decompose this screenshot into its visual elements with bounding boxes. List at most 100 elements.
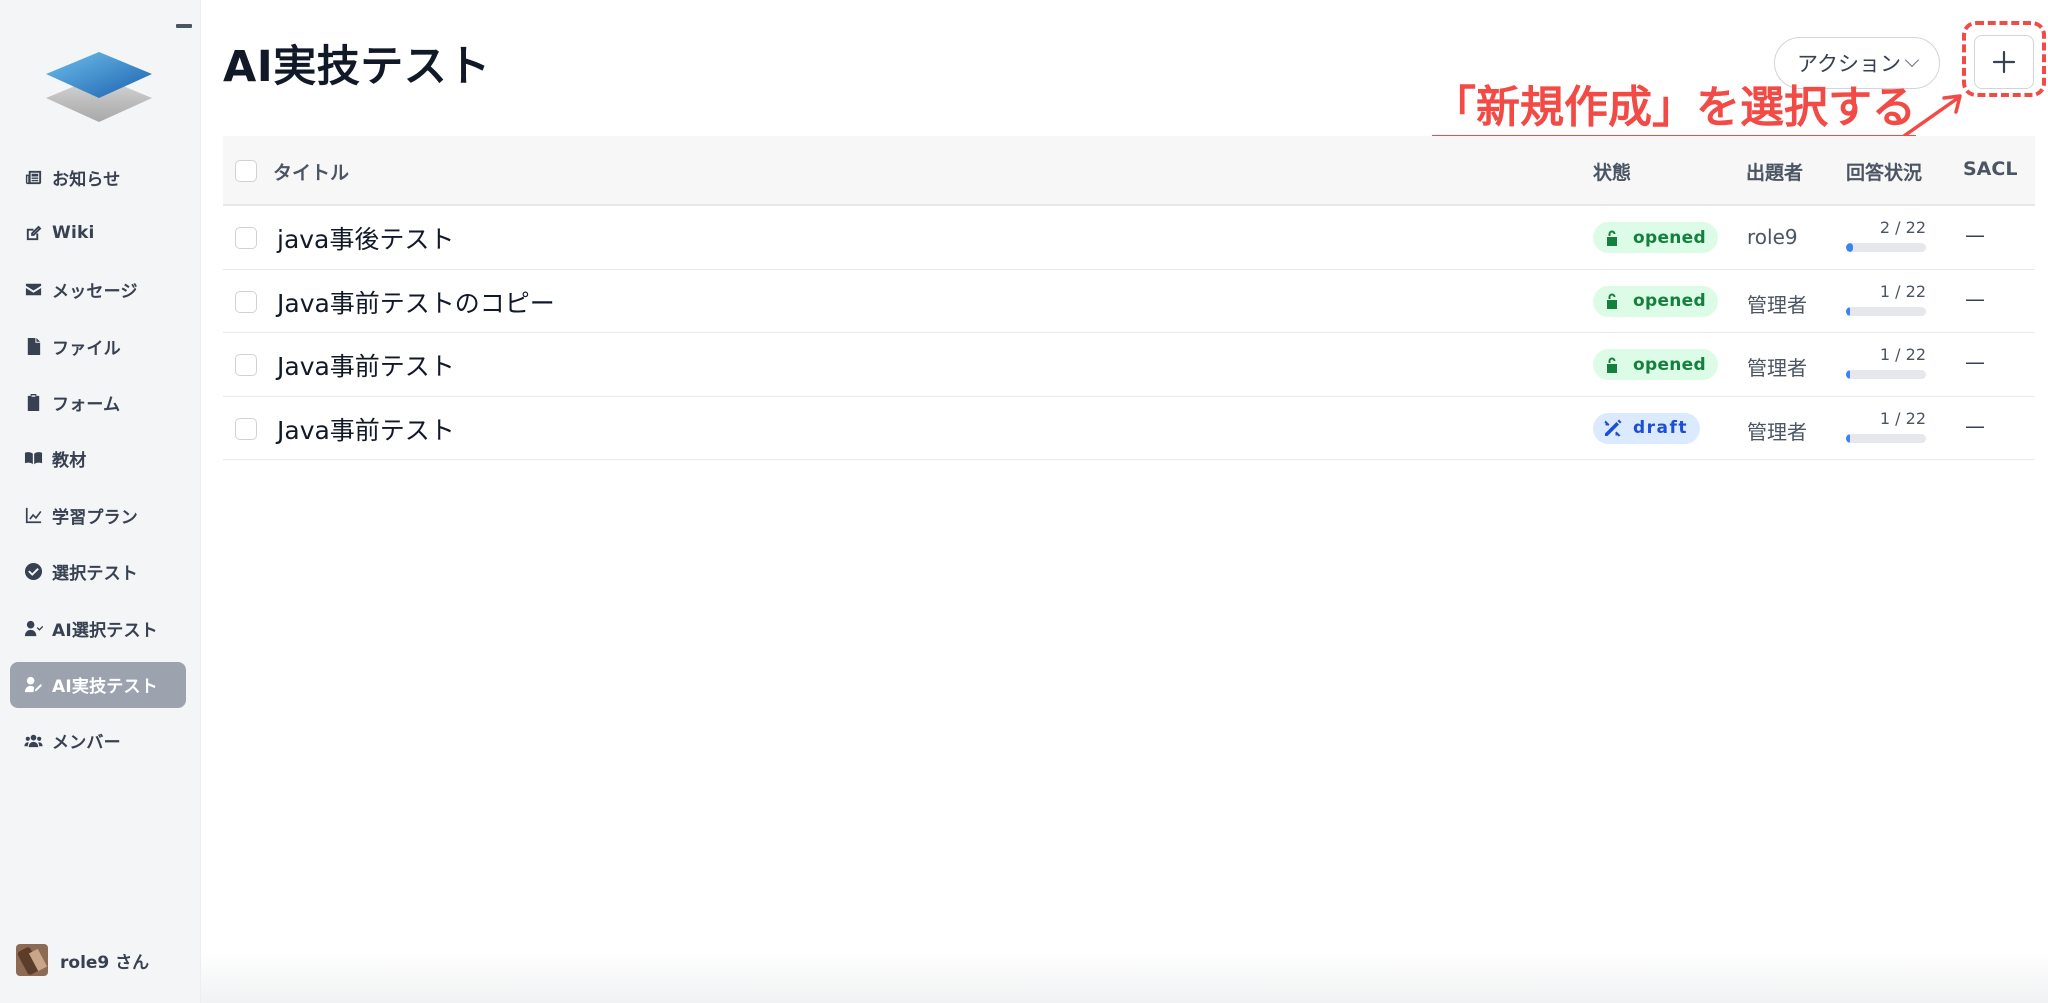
table-row[interactable]: java事後テスト opened role9 2 / 22 —	[223, 206, 2035, 270]
sidebar-item-files[interactable]: ファイル	[10, 323, 186, 369]
status-label: opened	[1633, 354, 1706, 375]
author: 管理者	[1747, 356, 1807, 380]
sidebar-item-label: お知らせ	[52, 169, 121, 190]
column-header-title[interactable]: タイトル	[273, 158, 349, 185]
status-badge: opened	[1593, 349, 1718, 380]
status-badge: opened	[1593, 285, 1718, 317]
bottom-fade	[201, 950, 2048, 1003]
status-label: opened	[1633, 291, 1706, 311]
sidebar-item-news[interactable]: お知らせ	[10, 154, 186, 200]
sidebar-item-label: メンバー	[52, 733, 121, 754]
avatar	[16, 944, 48, 976]
sidebar-item-ai-practical-test[interactable]: AI実技テスト	[10, 661, 186, 708]
check-circle-icon	[22, 561, 44, 583]
unlock-icon	[1607, 357, 1617, 373]
app-logo	[46, 52, 152, 122]
progress-fill	[1846, 370, 1850, 379]
answer-progress: 1 / 22	[1846, 345, 1926, 379]
table-row[interactable]: Java事前テストのコピー opened 管理者 1 / 22 —	[223, 270, 2035, 333]
sidebar-nav: お知らせ Wiki メッセージ ファイル フォーム 教材 学習プラン 選択テスト…	[10, 154, 186, 774]
progress-bar	[1846, 306, 1926, 316]
table-row[interactable]: Java事前テスト opened 管理者 1 / 22 —	[223, 333, 2035, 397]
chart-line-icon	[22, 504, 44, 526]
answer-progress: 2 / 22	[1846, 218, 1926, 252]
file-icon	[22, 335, 44, 357]
progress-bar	[1846, 433, 1926, 443]
progress-fill	[1846, 306, 1850, 316]
user-name: role9 さん	[60, 952, 150, 973]
answer-progress: 1 / 22	[1846, 282, 1926, 316]
book-icon	[22, 448, 44, 470]
sidebar-item-label: Wiki	[52, 223, 95, 244]
progress-bar	[1846, 243, 1926, 252]
tests-table: タイトル 状態 出題者 回答状況 SACL java事後テスト opened r…	[223, 136, 2035, 460]
progress-fill	[1846, 243, 1854, 252]
user-edit-icon	[22, 674, 44, 696]
actions-label: アクション	[1797, 52, 1901, 76]
collapse-sidebar-button[interactable]	[176, 24, 192, 28]
users-icon	[22, 730, 44, 752]
test-title[interactable]: Java事前テストのコピー	[277, 284, 555, 320]
clipboard-icon	[22, 392, 44, 414]
author: 管理者	[1747, 292, 1807, 317]
newspaper-icon	[22, 166, 44, 188]
sidebar-item-materials[interactable]: 教材	[10, 436, 186, 482]
row-checkbox[interactable]	[235, 290, 257, 313]
sidebar-item-wiki[interactable]: Wiki	[10, 210, 186, 256]
sidebar-item-choice-test[interactable]: 選択テスト	[10, 549, 186, 595]
user-profile[interactable]: role9 さん	[16, 944, 149, 976]
sidebar: お知らせ Wiki メッセージ ファイル フォーム 教材 学習プラン 選択テスト…	[0, 0, 201, 1003]
sacl-value: —	[1965, 286, 1985, 311]
row-checkbox[interactable]	[235, 354, 257, 376]
test-title[interactable]: Java事前テスト	[277, 411, 455, 447]
sacl-value: —	[1965, 350, 1985, 374]
progress-bar	[1846, 370, 1926, 379]
annotation-text: 「新規作成」を選択する	[1432, 82, 1916, 139]
sidebar-item-messages[interactable]: メッセージ	[10, 267, 186, 313]
column-header-progress[interactable]: 回答状況	[1846, 158, 1922, 185]
progress-text: 1 / 22	[1879, 408, 1926, 428]
column-header-author[interactable]: 出題者	[1746, 158, 1803, 185]
column-header-status[interactable]: 状態	[1593, 158, 1631, 185]
select-all-checkbox[interactable]	[235, 160, 257, 182]
sidebar-item-label: AI実技テスト	[52, 677, 158, 698]
sidebar-item-learning-plan[interactable]: 学習プラン	[10, 492, 186, 538]
progress-fill	[1846, 433, 1850, 443]
sidebar-item-label: フォーム	[52, 395, 121, 416]
table-row[interactable]: Java事前テスト draft 管理者 1 / 22 —	[223, 397, 2035, 460]
progress-text: 1 / 22	[1879, 281, 1926, 301]
sidebar-item-label: メッセージ	[52, 282, 138, 303]
column-header-sacl[interactable]: SACL	[1963, 158, 2017, 180]
author: 管理者	[1747, 419, 1807, 444]
row-checkbox[interactable]	[235, 417, 257, 440]
sidebar-item-label: AI選択テスト	[52, 620, 158, 641]
sidebar-item-forms[interactable]: フォーム	[10, 380, 186, 426]
answer-progress: 1 / 22	[1846, 409, 1926, 443]
sidebar-item-label: 教材	[52, 451, 87, 472]
test-title[interactable]: java事後テスト	[277, 220, 454, 256]
sidebar-item-ai-choice-test[interactable]: AI選択テスト	[10, 605, 186, 651]
unlock-icon	[1607, 293, 1617, 309]
sidebar-item-members[interactable]: メンバー	[10, 718, 186, 764]
test-title[interactable]: Java事前テスト	[277, 347, 455, 383]
author: role9	[1747, 225, 1798, 249]
chevron-down-icon	[1904, 52, 1920, 68]
unlock-icon	[1607, 230, 1617, 246]
status-label: opened	[1633, 227, 1706, 248]
page-title: AI実技テスト	[223, 42, 491, 92]
row-checkbox[interactable]	[235, 227, 257, 249]
status-label: draft	[1633, 418, 1689, 438]
sidebar-item-label: 学習プラン	[52, 507, 138, 528]
new-button[interactable]	[1974, 35, 2034, 89]
annotation-arrow	[1902, 94, 1962, 138]
pencil-ruler-icon	[1604, 419, 1622, 437]
sidebar-item-label: ファイル	[52, 338, 121, 359]
edit-icon	[22, 222, 44, 244]
progress-text: 2 / 22	[1879, 218, 1926, 237]
progress-text: 1 / 22	[1879, 345, 1926, 364]
user-check-icon	[22, 617, 44, 639]
status-badge: draft	[1593, 412, 1701, 444]
status-badge: opened	[1593, 222, 1718, 253]
sacl-value: —	[1965, 223, 1985, 247]
table-header: タイトル 状態 出題者 回答状況 SACL	[223, 136, 2035, 206]
